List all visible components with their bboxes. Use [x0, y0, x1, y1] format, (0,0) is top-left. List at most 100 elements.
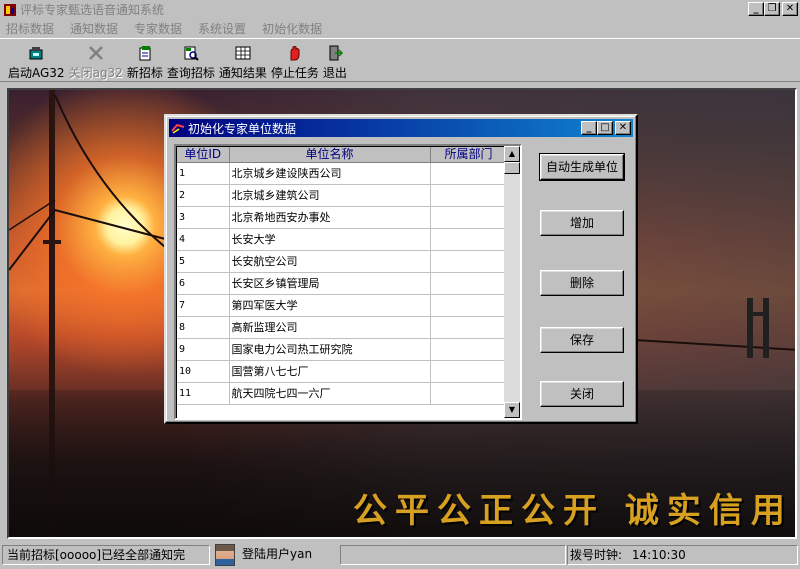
menu-system-settings[interactable]: 系统设置	[192, 20, 256, 37]
table-row[interactable]: 8 高新监理公司	[177, 316, 508, 339]
cell-unit-id[interactable]: 3	[177, 206, 230, 229]
cell-department[interactable]	[430, 184, 508, 207]
cell-unit-name[interactable]: 长安大学	[229, 228, 431, 251]
delete-button[interactable]: 删除	[540, 270, 624, 296]
auto-generate-units-button[interactable]: 自动生成单位	[539, 153, 625, 181]
minimize-button[interactable]: _	[748, 2, 764, 16]
maximize-icon: □	[600, 122, 610, 133]
close-button[interactable]: 关闭	[540, 381, 624, 407]
app-title: 评标专家甄选语音通知系统	[20, 3, 165, 17]
cell-unit-name[interactable]: 北京希地西安办事处	[229, 206, 431, 229]
cell-department[interactable]	[430, 250, 508, 273]
cell-department[interactable]	[430, 382, 508, 405]
close-window-button[interactable]: ✕	[782, 2, 798, 16]
close-ag32-button[interactable]: 关闭ag32	[69, 39, 123, 81]
cell-unit-id[interactable]: 1	[177, 162, 230, 185]
toolbar: 启动AG32 关闭ag32 新招标 查询招标 通知结果 停止任务 退出	[0, 38, 800, 82]
query-bid-icon	[182, 44, 200, 62]
table-row[interactable]: 3 北京希地西安办事处	[177, 206, 508, 229]
arrow-up-icon: ▲	[508, 149, 516, 158]
exit-button[interactable]: 退出	[323, 39, 347, 81]
cell-unit-name[interactable]: 第四军医大学	[229, 294, 431, 317]
tool-label: 启动AG32	[8, 66, 65, 80]
column-header-unit-name[interactable]: 单位名称	[229, 147, 431, 163]
phone-start-icon	[27, 44, 45, 62]
cell-department[interactable]	[430, 162, 508, 185]
table-row[interactable]: 9 国家电力公司热工研究院	[177, 338, 508, 361]
cell-department[interactable]	[430, 316, 508, 339]
cell-unit-id[interactable]: 6	[177, 272, 230, 295]
cell-department[interactable]	[430, 338, 508, 361]
unit-table: 单位ID 单位名称 所属部门 1 北京城乡建设陕西公司 2 北京城乡建筑公司 3 北京…	[177, 147, 508, 405]
column-header-unit-id[interactable]: 单位ID	[177, 147, 230, 163]
table-row[interactable]: 11 航天四院七四一六厂	[177, 382, 508, 405]
vertical-scrollbar[interactable]: ▲ ▼	[504, 146, 520, 418]
query-bid-button[interactable]: 查询招标	[167, 39, 215, 81]
cell-unit-name[interactable]: 国家电力公司热工研究院	[229, 338, 431, 361]
save-button[interactable]: 保存	[540, 327, 624, 353]
table-row[interactable]: 10 国营第八七七厂	[177, 360, 508, 383]
close-icon: ✕	[618, 122, 628, 133]
table-header-row: 单位ID 单位名称 所属部门	[177, 147, 508, 163]
cell-department[interactable]	[430, 360, 508, 383]
table-row[interactable]: 7 第四军医大学	[177, 294, 508, 317]
dialog-minimize-button[interactable]: _	[581, 121, 597, 135]
arrow-down-icon: ▼	[508, 405, 516, 414]
add-button[interactable]: 增加	[540, 210, 624, 236]
cell-unit-name[interactable]: 北京城乡建设陕西公司	[229, 162, 431, 185]
cell-unit-id[interactable]: 11	[177, 382, 230, 405]
cell-unit-id[interactable]: 9	[177, 338, 230, 361]
menu-notify-data[interactable]: 通知数据	[64, 20, 128, 37]
scroll-thumb[interactable]	[504, 162, 520, 174]
cell-unit-name[interactable]: 长安航空公司	[229, 250, 431, 273]
stop-task-button[interactable]: 停止任务	[271, 39, 319, 81]
exit-icon	[326, 44, 344, 62]
column-header-department[interactable]: 所属部门	[430, 147, 508, 163]
cell-unit-id[interactable]: 7	[177, 294, 230, 317]
status-clock-panel: 拨号时钟: 14:10:30	[567, 545, 798, 565]
close-x-icon	[87, 44, 105, 62]
cell-unit-name[interactable]: 航天四院七四一六厂	[229, 382, 431, 405]
restore-icon: ❐	[767, 3, 777, 14]
unit-data-grid[interactable]: 单位ID 单位名称 所属部门 1 北京城乡建设陕西公司 2 北京城乡建筑公司 3 北京…	[174, 144, 522, 420]
cell-department[interactable]	[430, 272, 508, 295]
cell-unit-id[interactable]: 2	[177, 184, 230, 207]
cell-unit-name[interactable]: 长安区乡镇管理局	[229, 272, 431, 295]
table-row[interactable]: 2 北京城乡建筑公司	[177, 184, 508, 207]
cell-unit-name[interactable]: 国营第八七七厂	[229, 360, 431, 383]
start-ag32-button[interactable]: 启动AG32	[8, 39, 65, 81]
cell-department[interactable]	[430, 294, 508, 317]
cell-unit-id[interactable]: 10	[177, 360, 230, 383]
table-row[interactable]: 5 长安航空公司	[177, 250, 508, 273]
dialog-close-button[interactable]: ✕	[615, 121, 631, 135]
minimize-icon: _	[753, 3, 759, 14]
app-icon	[3, 3, 17, 17]
cell-unit-id[interactable]: 5	[177, 250, 230, 273]
cell-unit-name[interactable]: 北京城乡建筑公司	[229, 184, 431, 207]
dialog-title-bar[interactable]: 初始化专家单位数据 _ □ ✕	[169, 119, 633, 137]
notify-result-button[interactable]: 通知结果	[219, 39, 267, 81]
dialog-maximize-button[interactable]: □	[597, 121, 613, 135]
new-bid-button[interactable]: 新招标	[127, 39, 163, 81]
menu-bid-data[interactable]: 招标数据	[0, 20, 64, 37]
scroll-up-button[interactable]: ▲	[504, 146, 520, 162]
init-unit-dialog: 初始化专家单位数据 _ □ ✕ 单位ID 单位名称 所属部门 1 北京城乡建设陕西…	[164, 114, 638, 424]
dialog-title: 初始化专家单位数据	[188, 121, 297, 136]
table-row[interactable]: 1 北京城乡建设陕西公司	[177, 162, 508, 185]
cell-department[interactable]	[430, 228, 508, 251]
cell-unit-name[interactable]: 高新监理公司	[229, 316, 431, 339]
status-message: 当前招标[ooooo]已经全部通知完	[2, 545, 210, 565]
cell-unit-id[interactable]: 4	[177, 228, 230, 251]
scroll-down-button[interactable]: ▼	[504, 402, 520, 418]
cell-department[interactable]	[430, 206, 508, 229]
tool-label: 退出	[322, 66, 347, 80]
close-icon: ✕	[785, 3, 795, 14]
restore-button[interactable]: ❐	[764, 2, 780, 16]
tool-label: 查询招标	[166, 66, 215, 80]
table-row[interactable]: 6 长安区乡镇管理局	[177, 272, 508, 295]
table-row[interactable]: 4 长安大学	[177, 228, 508, 251]
cell-unit-id[interactable]: 8	[177, 316, 230, 339]
menu-expert-data[interactable]: 专家数据	[128, 20, 192, 37]
menu-init-data[interactable]: 初始化数据	[256, 20, 332, 37]
clock-time: 14:10:30	[631, 548, 686, 562]
